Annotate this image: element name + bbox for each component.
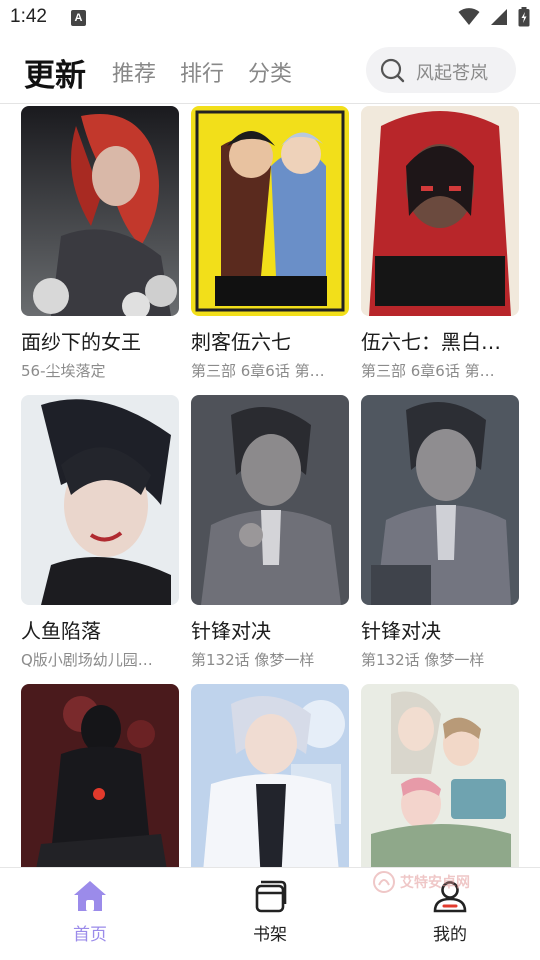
- tab-category[interactable]: 分类: [248, 56, 292, 88]
- nav-bookshelf[interactable]: 书架: [220, 878, 320, 945]
- comic-cover[interactable]: [361, 106, 519, 316]
- search-box[interactable]: 风起苍岚: [366, 47, 516, 93]
- nav-label: 首页: [73, 925, 107, 945]
- notification-icon: A: [71, 10, 86, 26]
- comic-card[interactable]: 针锋对决 第132话 像梦一样: [361, 395, 519, 670]
- nav-home[interactable]: 首页: [40, 878, 140, 945]
- battery-icon: [518, 7, 530, 27]
- watermark-logo-icon: [373, 871, 395, 893]
- comic-title: 人鱼陷落: [21, 619, 101, 643]
- comic-title: 针锋对决: [361, 619, 441, 643]
- search-icon: [380, 58, 405, 83]
- tab-recommend[interactable]: 推荐: [112, 56, 156, 88]
- comic-cover[interactable]: [361, 395, 519, 605]
- comic-latest-chapter: 第三部 6章6话 第…: [191, 362, 325, 380]
- comic-title: 面纱下的女王: [21, 330, 141, 354]
- comic-card[interactable]: 人鱼陷落 Q版小剧场幼儿园…: [21, 395, 179, 670]
- nav-label: 我的: [433, 925, 467, 945]
- comic-card[interactable]: 刺客伍六七 第三部 6章6话 第…: [191, 106, 349, 381]
- tab-ranking[interactable]: 排行: [180, 56, 224, 88]
- comic-title: 针锋对决: [191, 619, 271, 643]
- comic-latest-chapter: 第132话 像梦一样: [361, 651, 485, 669]
- comic-cover[interactable]: [361, 684, 519, 867]
- status-time: 1:42: [10, 6, 47, 27]
- comic-card[interactable]: 针锋对决 第132话 像梦一样: [191, 395, 349, 670]
- comic-title: 刺客伍六七: [191, 330, 291, 354]
- comic-card[interactable]: 面纱下的女王 56-尘埃落定: [21, 106, 179, 381]
- comic-card[interactable]: [21, 684, 179, 867]
- home-icon: [74, 881, 106, 911]
- comic-card[interactable]: 伍六七：黑白… 第三部 6章6话 第…: [361, 106, 519, 381]
- comic-cover[interactable]: [21, 395, 179, 605]
- comic-cover[interactable]: [21, 106, 179, 316]
- watermark-text: 艾特安卓网: [400, 875, 470, 891]
- comic-cover[interactable]: [191, 684, 349, 867]
- comic-latest-chapter: 第132话 像梦一样: [191, 651, 315, 669]
- comic-cover[interactable]: [191, 395, 349, 605]
- comic-title: 伍六七：黑白…: [361, 330, 501, 354]
- header: 更新 推荐 排行 分类 风起苍岚: [0, 36, 540, 104]
- comic-latest-chapter: 56-尘埃落定: [21, 362, 106, 380]
- status-bar: 1:42 A: [0, 0, 540, 36]
- comic-latest-chapter: Q版小剧场幼儿园…: [21, 651, 153, 669]
- tab-update[interactable]: 更新: [24, 50, 86, 95]
- nav-label: 书架: [253, 925, 287, 945]
- comic-grid[interactable]: 面纱下的女王 56-尘埃落定 刺客伍六七 第三部 6章6话 第… 伍六七：黑白……: [0, 104, 540, 867]
- bookshelf-icon: [255, 880, 287, 913]
- comic-card[interactable]: [361, 684, 519, 867]
- comic-cover[interactable]: [191, 106, 349, 316]
- watermark: 艾特安卓网: [372, 870, 470, 894]
- comic-cover[interactable]: [21, 684, 179, 867]
- wifi-icon: [458, 8, 480, 25]
- signal-icon: [491, 9, 507, 25]
- search-placeholder: 风起苍岚: [416, 63, 488, 84]
- comic-card[interactable]: [191, 684, 349, 867]
- comic-latest-chapter: 第三部 6章6话 第…: [361, 362, 495, 380]
